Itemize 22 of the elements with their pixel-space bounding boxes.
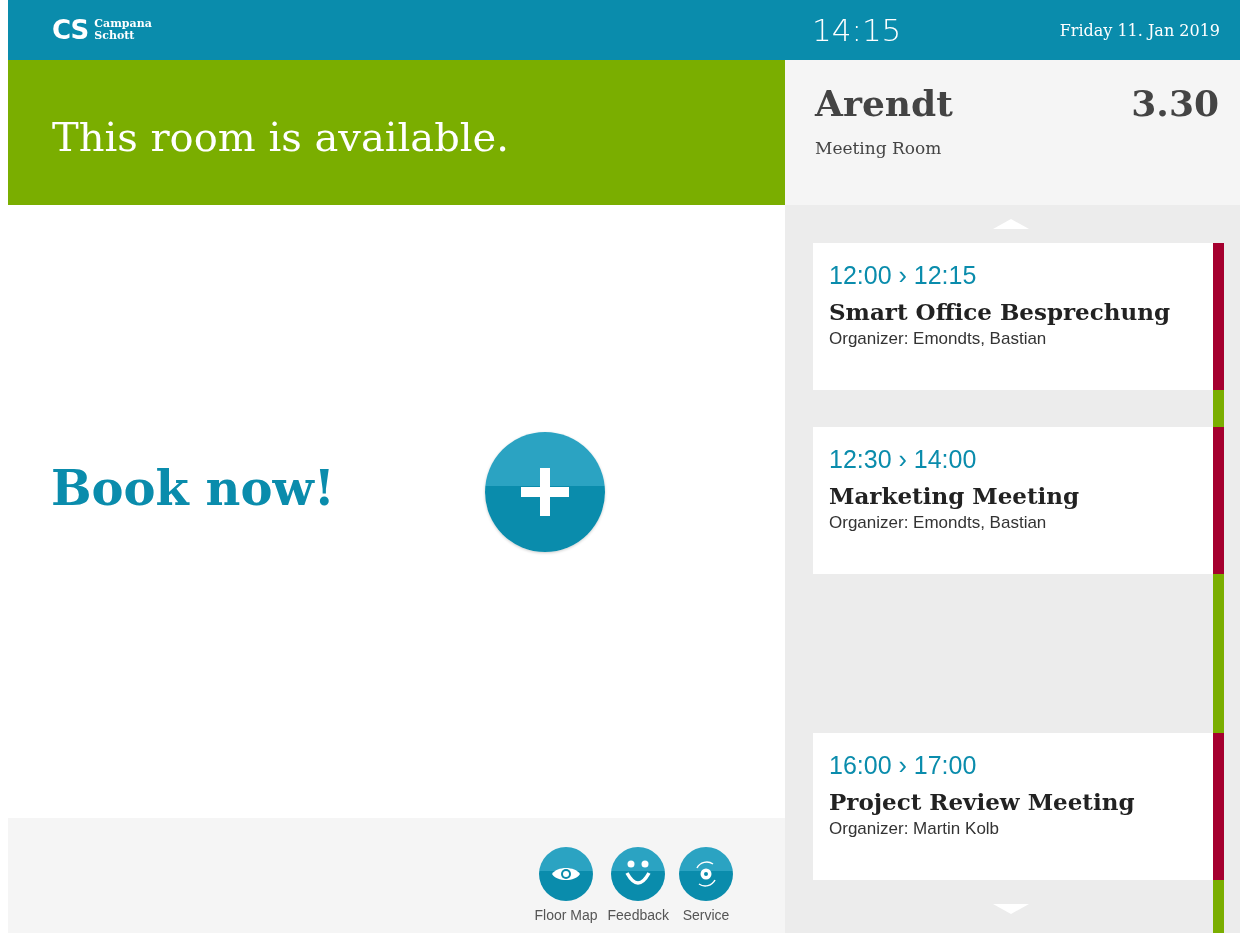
book-now-label: Book now!	[51, 459, 335, 516]
logo-mark: CS	[52, 15, 89, 45]
meeting-organizer: Organizer: Emondts, Bastian	[829, 329, 1048, 349]
meeting-organizer: Organizer: Martin Kolb	[829, 819, 1001, 839]
meeting-card[interactable]: 12:30 › 14:00 Marketing Meeting Organizer: Emondts, Bastian	[813, 427, 1213, 574]
meeting-card[interactable]: 16:00 › 17:00 Project Review Meeting Organizer: Martin Kolb	[813, 733, 1213, 880]
meeting-card[interactable]: 12:00 › 12:15 Smart Office Besprechung Organizer: Emondts, Bastian	[813, 243, 1213, 390]
meeting-time: 16:00 › 17:00	[829, 751, 978, 780]
meeting-title: Project Review Meeting	[829, 788, 1136, 815]
clock: 14:15	[812, 12, 902, 48]
date: Friday 11. Jan 2019	[1059, 20, 1220, 40]
room-name: Arendt	[815, 82, 953, 124]
room-type: Meeting Room	[815, 138, 943, 158]
meeting-organizer: Organizer: Emondts, Bastian	[829, 513, 1048, 533]
status-message: This room is available.	[52, 113, 509, 160]
meeting-title: Smart Office Besprechung	[829, 298, 1171, 325]
logo-text: Campana Schott	[94, 18, 152, 42]
room-number: 3.30	[1131, 82, 1219, 124]
meeting-time: 12:30 › 14:00	[829, 445, 978, 474]
plus-icon	[520, 467, 569, 516]
meeting-time: 12:00 › 12:15	[829, 261, 978, 290]
meeting-title: Marketing Meeting	[829, 482, 1081, 509]
